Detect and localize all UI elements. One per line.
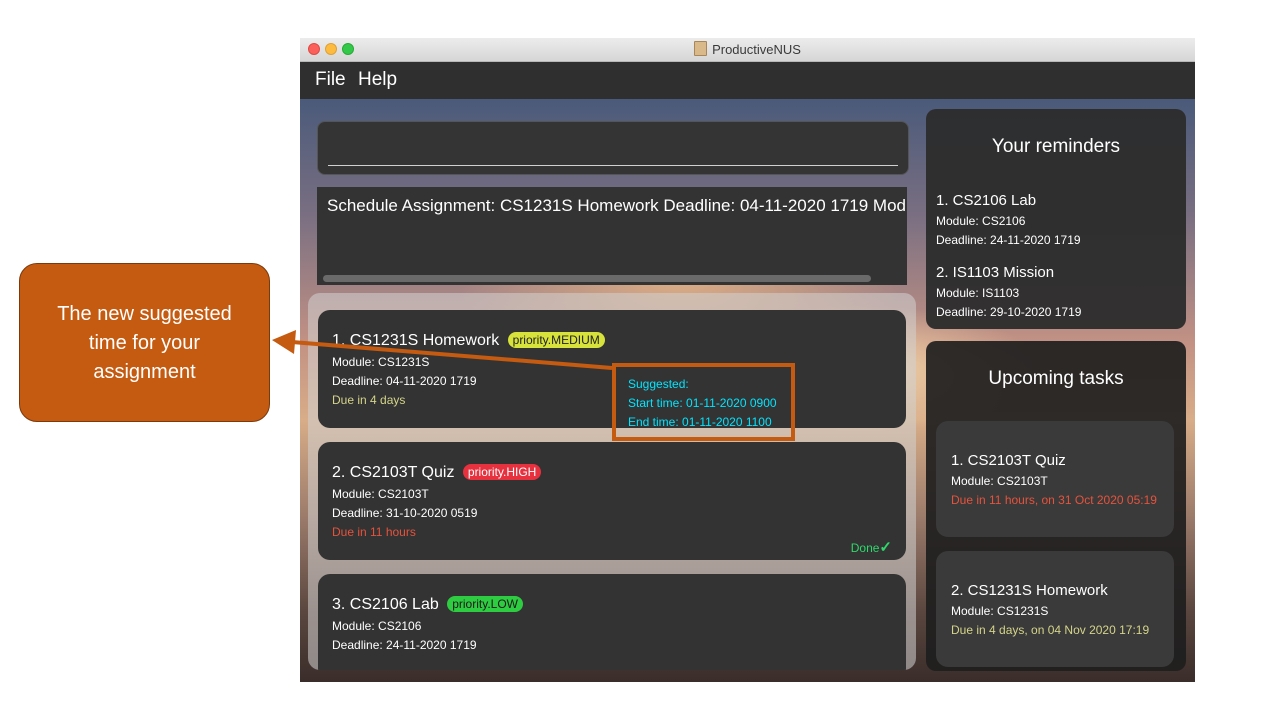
assignment-deadline: Deadline: 31-10-2020 0519 xyxy=(332,506,478,520)
reminder-title: 2. IS1103 Mission xyxy=(936,264,1055,281)
assignment-title: 3. CS2106 Lab priority.LOW xyxy=(332,596,523,614)
assignment-title-text: 3. CS2106 Lab xyxy=(332,596,439,613)
suggested-end-time: End time: 01-11-2020 1100 xyxy=(628,415,772,429)
callout-arrow-head-icon xyxy=(272,330,296,354)
command-input-underline xyxy=(328,165,898,166)
suggested-label: Suggested: xyxy=(628,377,689,391)
annotation-callout: The new suggested time for your assignme… xyxy=(19,263,270,422)
result-display: Schedule Assignment: CS1231S Homework De… xyxy=(317,187,907,285)
assignment-due: Due in 4 days xyxy=(332,393,406,407)
title-bar: ProductiveNUS xyxy=(300,38,1195,62)
assignment-card-2[interactable]: 2. CS2103T Quiz priority.HIGH Module: CS… xyxy=(318,442,906,560)
assignment-deadline: Deadline: 24-11-2020 1719 xyxy=(332,638,477,652)
assignment-module: Module: CS2103T xyxy=(332,487,429,501)
assignment-title: 1. CS1231S Homework priority.MEDIUM xyxy=(332,332,605,350)
window-title-text: ProductiveNUS xyxy=(712,42,801,57)
assignment-title: 2. CS2103T Quiz priority.HIGH xyxy=(332,464,542,482)
assignment-module: Module: CS2106 xyxy=(332,619,422,633)
assignment-list: 1. CS1231S Homework priority.MEDIUM Modu… xyxy=(308,293,916,670)
upcoming-title: Upcoming tasks xyxy=(988,368,1124,389)
menu-help[interactable]: Help xyxy=(358,69,397,91)
assignment-deadline: Deadline: 04-11-2020 1719 xyxy=(332,374,477,388)
upcoming-task-module: Module: CS2103T xyxy=(951,474,1048,488)
reminder-module: Module: IS1103 xyxy=(936,286,1020,300)
menu-bar: File Help xyxy=(300,62,1195,99)
app-window: ProductiveNUS File Help Schedule Assignm… xyxy=(300,38,1195,682)
suggested-time-highlight: Suggested: Start time: 01-11-2020 0900 E… xyxy=(612,363,795,441)
command-input[interactable] xyxy=(317,121,909,175)
suggested-start-time: Start time: 01-11-2020 0900 xyxy=(628,396,777,410)
assignment-title-text: 2. CS2103T Quiz xyxy=(332,464,455,481)
upcoming-task-card-2[interactable]: 2. CS1231S Homework Module: CS1231S Due … xyxy=(936,551,1174,667)
reminder-module: Module: CS2106 xyxy=(936,214,1026,228)
assignment-title-text: 1. CS1231S Homework xyxy=(332,332,500,349)
assignment-card-3[interactable]: 3. CS2106 Lab priority.LOW Module: CS210… xyxy=(318,574,906,670)
upcoming-task-title: 1. CS2103T Quiz xyxy=(951,452,1066,469)
menu-file[interactable]: File xyxy=(315,69,346,91)
priority-badge: priority.LOW xyxy=(447,596,523,612)
reminder-deadline: Deadline: 29-10-2020 1719 xyxy=(936,305,1082,319)
reminder-deadline: Deadline: 24-11-2020 1719 xyxy=(936,233,1081,247)
priority-badge: priority.HIGH xyxy=(462,464,542,480)
reminder-title: 1. CS2106 Lab xyxy=(936,192,1037,209)
result-text: Schedule Assignment: CS1231S Homework De… xyxy=(327,196,907,215)
checkmark-icon: ✓ xyxy=(879,539,892,556)
upcoming-task-due: Due in 4 days, on 04 Nov 2020 17:19 xyxy=(951,623,1150,637)
result-horizontal-scrollbar[interactable] xyxy=(323,275,871,282)
reminders-title: Your reminders xyxy=(991,136,1121,157)
app-document-icon xyxy=(694,41,708,56)
upcoming-task-title: 2. CS1231S Homework xyxy=(951,582,1108,599)
upcoming-tasks-panel: Upcoming tasks 1. CS2103T Quiz Module: C… xyxy=(926,341,1186,671)
assignment-module: Module: CS1231S xyxy=(332,355,430,369)
done-label: Done xyxy=(850,541,880,555)
upcoming-task-module: Module: CS1231S xyxy=(951,604,1049,618)
reminders-panel: Your reminders 1. CS2106 Lab Module: CS2… xyxy=(926,109,1186,329)
upcoming-task-card-1[interactable]: 1. CS2103T Quiz Module: CS2103T Due in 1… xyxy=(936,421,1174,537)
window-title: ProductiveNUS xyxy=(300,41,1195,57)
done-status: Done✓ xyxy=(851,538,892,556)
assignment-due: Due in 11 hours xyxy=(332,525,416,539)
callout-text: The new suggested time for your assignme… xyxy=(57,303,232,383)
main-content: Schedule Assignment: CS1231S Homework De… xyxy=(300,99,1195,682)
priority-badge: priority.MEDIUM xyxy=(507,332,605,348)
upcoming-task-due: Due in 11 hours, on 31 Oct 2020 05:19 xyxy=(951,493,1157,507)
